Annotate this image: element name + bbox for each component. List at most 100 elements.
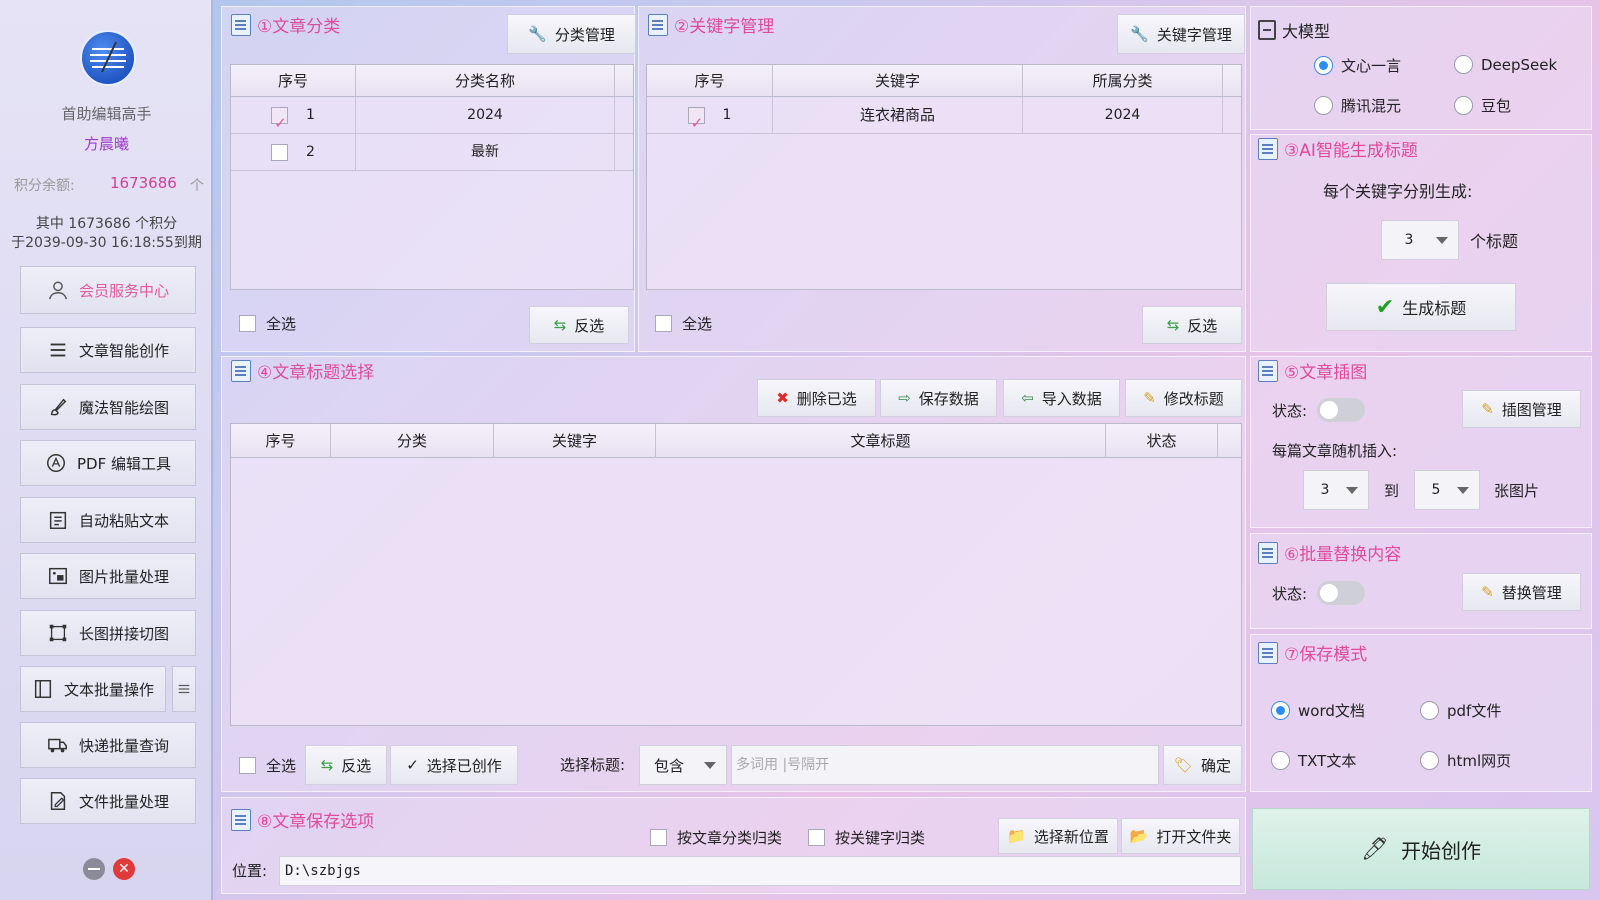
model-option-doubao[interactable]: 豆包 [1454,95,1511,116]
by-category-checkbox[interactable]: 按文章分类归类 [650,827,782,848]
select-created-button[interactable]: ✓ 选择已创作 [390,745,518,785]
sidebar-item-paste[interactable]: 自动粘贴文本 [20,497,196,543]
select-all-checkbox[interactable] [655,315,672,332]
table-row[interactable]: 1 2024 [231,97,633,142]
save-icon: ⇨ [898,389,911,407]
titles-invert-button[interactable]: ⇆ 反选 [305,745,387,785]
text-icon [34,680,52,698]
save-mode-pdf[interactable]: pdf文件 [1420,700,1501,721]
sidebar-item-file[interactable]: 文件批量处理 [20,778,196,824]
path-input[interactable]: D:\szbjgs [279,856,1241,886]
sidebar-item-text[interactable]: 文本批量操作 [20,666,166,712]
minimize-button[interactable] [83,858,105,880]
filter-mode-select[interactable]: 包含 [639,745,727,785]
save-mode-html[interactable]: html网页 [1420,750,1511,771]
path-label: 位置: [232,862,268,880]
choose-location-button[interactable]: 📁 选择新位置 [998,818,1118,854]
sidebar-more-button[interactable] [172,666,196,712]
sidebar-item-express[interactable]: 快递批量查询 [20,722,196,768]
save-mode-word[interactable]: word文档 [1271,700,1365,721]
sidebar-item-pdf[interactable]: PDF 编辑工具 [20,440,196,486]
ai-title-title: ③AI智能生成标题 [1258,136,1418,161]
shuffle-icon: ⇆ [1166,316,1180,334]
filter-label: 选择标题: [560,756,626,774]
menu-icon [178,684,190,694]
category-title: ①文章分类 [231,12,340,37]
shuffle-icon: ⇆ [553,316,567,334]
sidebar-item-drawing[interactable]: 魔法智能绘图 [20,384,196,430]
ai-title-desc: 每个关键字分别生成: [1323,182,1473,201]
truck-icon [48,738,67,753]
keyword-title-text: ②关键字管理 [674,17,775,37]
chevron-down-icon [1457,486,1469,494]
header-no: 序号 [231,65,356,97]
category-select-all[interactable]: 全选 [239,313,296,334]
crop-icon [49,624,67,642]
tag-icon: 🏷 [1173,756,1194,774]
save-data-button[interactable]: ⇨ 保存数据 [880,379,997,417]
filter-placeholder: 多词用 |号隔开 [736,757,830,773]
row-checkbox[interactable] [271,143,289,161]
title-count-select[interactable]: 3 [1381,220,1459,260]
select-all-checkbox[interactable] [239,315,256,332]
keyword-title: ②关键字管理 [648,12,774,37]
insert-from-select[interactable]: 3 [1303,470,1369,510]
row-checkbox[interactable] [271,105,289,142]
import-data-button[interactable]: ⇦ 导入数据 [1003,379,1120,417]
replace-manage-button[interactable]: ✎ 替换管理 [1462,573,1581,611]
save-mode-txt[interactable]: TXT文本 [1271,750,1356,771]
titles-select-all[interactable]: 全选 [239,755,296,776]
category-manage-button[interactable]: 🔧 分类管理 [507,14,636,54]
image-icon [49,567,67,585]
header-keyword: 关键字 [773,65,1023,97]
keyword-manage-button[interactable]: 🔧 关键字管理 [1117,14,1245,54]
insert-to-select[interactable]: 5 [1414,470,1480,510]
edit-icon: ✎ [1143,389,1156,407]
model-option-wenxin[interactable]: 文心一言 [1314,55,1401,76]
sidebar-item-article[interactable]: 文章智能创作 [20,327,196,373]
title-count-unit: 个标题 [1470,232,1519,251]
table-row[interactable]: 1 连衣裙商品 2024 [647,97,1241,142]
delete-selected-button[interactable]: ✖ 删除已选 [757,379,876,417]
sidebar: 首助编辑高手 方晨曦 积分余额: 1673686 个 其中 1673686 个积… [0,0,213,900]
edit-icon: ✎ [1481,583,1494,601]
insert-manage-button[interactable]: ✎ 插图管理 [1462,390,1581,428]
select-all-checkbox[interactable] [239,757,256,774]
member-center-button[interactable]: 会员服务中心 [20,266,196,314]
image-edit-icon: ✎ [1481,400,1494,418]
row-checkbox[interactable] [687,105,705,142]
insert-toggle[interactable] [1317,398,1365,422]
import-icon: ⇦ [1021,389,1034,407]
chevron-down-icon [1346,486,1358,494]
app-name: 首助编辑高手 [61,105,152,123]
sidebar-item-label: 文章智能创作 [78,341,169,360]
filter-input[interactable]: 多词用 |号隔开 [731,745,1159,785]
model-option-deepseek[interactable]: DeepSeek [1454,55,1557,74]
start-create-button[interactable]: 🖊 开始创作 [1252,808,1590,890]
category-invert-button[interactable]: ⇆ 反选 [529,306,629,344]
insert-status-label: 状态: [1272,402,1308,420]
filter-confirm-button[interactable]: 🏷 确定 [1163,745,1242,785]
close-button[interactable]: ✕ [113,858,135,880]
close-icon: ✕ [118,861,130,877]
open-folder-button[interactable]: 📂 打开文件夹 [1121,818,1240,854]
insert-unit: 张图片 [1494,482,1540,500]
model-option-hunyuan[interactable]: 腾讯混元 [1314,95,1401,116]
category-table-header: 序号 分类名称 [231,65,633,97]
sidebar-item-image[interactable]: 图片批量处理 [20,553,196,599]
folder-add-icon: 📁 [1007,827,1026,845]
by-keyword-checkbox[interactable]: 按关键字归类 [808,827,925,848]
table-row[interactable]: 2 最新 [231,134,633,171]
keyword-select-all[interactable]: 全选 [655,313,712,334]
sidebar-item-label: 魔法智能绘图 [78,398,169,417]
keyword-invert-button[interactable]: ⇆ 反选 [1142,306,1242,344]
sidebar-item-label: 自动粘贴文本 [78,511,169,530]
sidebar-item-crop[interactable]: 长图拼接切图 [20,610,196,656]
replace-toggle[interactable] [1317,581,1365,605]
generate-title-button[interactable]: ✔ 生成标题 [1326,283,1516,331]
insert-desc: 每篇文章随机插入: [1272,442,1398,460]
settings-doc-icon [231,808,251,831]
row-no: 2 [305,144,315,160]
edit-title-button[interactable]: ✎ 修改标题 [1125,379,1242,417]
points-value: 1673686 [110,174,177,192]
